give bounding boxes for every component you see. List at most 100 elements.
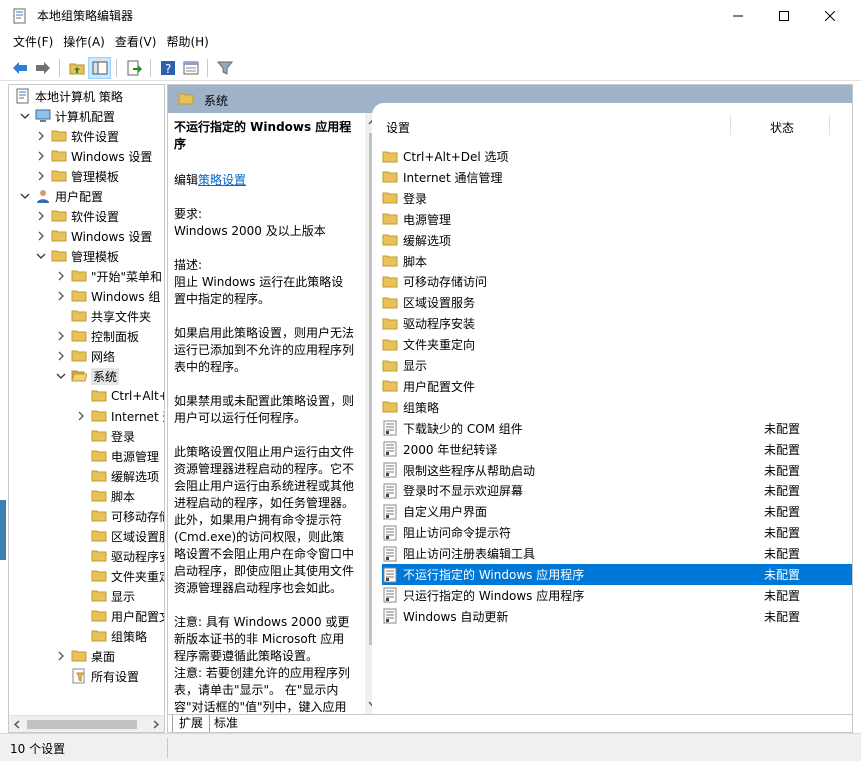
collapse-chevron-icon[interactable] — [55, 366, 67, 386]
tree-item[interactable]: 显示 — [75, 586, 135, 606]
setting-row[interactable]: 登录时不显示欢迎屏幕 未配置 — [382, 480, 852, 501]
tab-extended[interactable]: 扩展 — [172, 715, 211, 732]
svg-text:?: ? — [165, 62, 171, 76]
tree-item[interactable]: 缓解选项 — [75, 466, 159, 486]
menu-action[interactable]: 操作(A) — [58, 31, 110, 53]
tree-item[interactable]: 登录 — [75, 426, 135, 446]
forward-button[interactable] — [31, 57, 54, 79]
tree-item[interactable]: 本地计算机 策略 — [11, 86, 123, 106]
expand-chevron-icon[interactable] — [35, 126, 47, 146]
column-setting[interactable]: 设置 — [386, 119, 410, 136]
status-bar: 10 个设置 — [0, 733, 861, 761]
expand-chevron-icon[interactable] — [55, 266, 67, 286]
folder-row[interactable]: 文件夹重定向 — [382, 334, 852, 355]
export-list-button[interactable] — [122, 57, 145, 79]
minimize-button[interactable] — [715, 0, 761, 31]
tree-item[interactable]: 文件夹重定 — [75, 566, 164, 586]
expand-chevron-icon[interactable] — [75, 406, 87, 426]
setting-row[interactable]: 只运行指定的 Windows 应用程序 未配置 — [382, 585, 852, 606]
tree-item[interactable]: "开始"菜单和 — [55, 266, 162, 286]
setting-row[interactable]: 下载缺少的 COM 组件 未配置 — [382, 418, 852, 439]
tree-item[interactable]: Internet 通 — [75, 406, 164, 426]
back-button[interactable] — [8, 57, 31, 79]
scroll-right-icon[interactable] — [152, 720, 160, 729]
all-settings-icon — [71, 668, 87, 684]
tree-item[interactable]: Windows 设置 — [35, 146, 152, 166]
setting-row[interactable]: 阻止访问注册表编辑工具 未配置 — [382, 543, 852, 564]
tree-item[interactable]: 用户配置 — [19, 186, 103, 206]
setting-row[interactable]: 不运行指定的 Windows 应用程序 未配置 — [382, 564, 852, 585]
setting-row[interactable]: 限制这些程序从帮助启动 未配置 — [382, 460, 852, 481]
tree-item[interactable]: 桌面 — [55, 646, 115, 666]
collapse-chevron-icon[interactable] — [19, 106, 31, 126]
tree-horizontal-scrollbar[interactable] — [9, 715, 164, 732]
setting-row[interactable]: 自定义用户界面 未配置 — [382, 501, 852, 522]
tree-item[interactable]: 脚本 — [75, 486, 135, 506]
filter-button[interactable] — [213, 57, 236, 79]
folder-icon — [91, 528, 107, 544]
tree-item[interactable]: 电源管理 — [75, 446, 159, 466]
maximize-button[interactable] — [761, 0, 807, 31]
up-folder-button[interactable] — [65, 57, 88, 79]
folder-row[interactable]: 脚本 — [382, 251, 852, 272]
tree-item[interactable]: 可移动存储 — [75, 506, 164, 526]
expand-chevron-icon[interactable] — [55, 646, 67, 666]
tree-item[interactable]: 区域设置服 — [75, 526, 164, 546]
tree-item[interactable]: Windows 组 — [55, 286, 160, 306]
expand-chevron-icon[interactable] — [35, 226, 47, 246]
setting-row[interactable]: 阻止访问命令提示符 未配置 — [382, 522, 852, 543]
tree-item[interactable]: 驱动程序安 — [75, 546, 164, 566]
folder-row[interactable]: Internet 通信管理 — [382, 167, 852, 188]
expand-chevron-icon[interactable] — [55, 286, 67, 306]
tree-item[interactable]: 用户配置文 — [75, 606, 164, 626]
tree-scroll-thumb[interactable] — [27, 720, 137, 729]
tree-item[interactable]: 管理模板 — [35, 246, 119, 266]
expand-chevron-icon[interactable] — [55, 346, 67, 366]
menu-file[interactable]: 文件(F) — [8, 31, 58, 53]
folder-row[interactable]: 用户配置文件 — [382, 376, 852, 397]
show-hide-tree-button[interactable] — [88, 56, 111, 79]
tree-item[interactable]: Ctrl+Alt+ — [75, 386, 164, 406]
expand-chevron-icon[interactable] — [55, 326, 67, 346]
collapse-chevron-icon[interactable] — [35, 246, 47, 266]
expand-chevron-icon[interactable] — [35, 166, 47, 186]
tree-item[interactable]: Windows 设置 — [35, 226, 152, 246]
folder-row[interactable]: Ctrl+Alt+Del 选项 — [382, 146, 852, 167]
collapse-chevron-icon[interactable] — [19, 186, 31, 206]
tree-item[interactable]: 所有设置 — [55, 666, 139, 686]
help-button[interactable]: ? — [156, 57, 179, 79]
folder-row[interactable]: 缓解选项 — [382, 230, 852, 251]
menu-view[interactable]: 查看(V) — [110, 31, 162, 53]
tree-item[interactable]: 系统 — [55, 366, 120, 386]
navigation-tree[interactable]: 本地计算机 策略 计算机配置 软件设置 Windows 设置 管理模板 用户配置 软件设置 W… — [8, 84, 165, 733]
tree-item[interactable]: 软件设置 — [35, 206, 119, 226]
expand-chevron-icon[interactable] — [35, 206, 47, 226]
tree-item[interactable]: 计算机配置 — [19, 106, 115, 126]
folder-row[interactable]: 区域设置服务 — [382, 292, 852, 313]
folder-row[interactable]: 显示 — [382, 355, 852, 376]
folder-row[interactable]: 驱动程序安装 — [382, 313, 852, 334]
properties-button[interactable] — [179, 57, 202, 79]
tree-item[interactable]: 控制面板 — [55, 326, 139, 346]
folder-row[interactable]: 可移动存储访问 — [382, 271, 852, 292]
column-divider[interactable] — [829, 115, 830, 135]
tree-item[interactable]: 共享文件夹 — [55, 306, 151, 326]
tree-item[interactable]: 网络 — [55, 346, 115, 366]
folder-row[interactable]: 组策略 — [382, 397, 852, 418]
close-button[interactable] — [807, 0, 853, 31]
folder-row[interactable]: 登录 — [382, 188, 852, 209]
column-divider[interactable] — [730, 115, 731, 135]
tree-item[interactable]: 组策略 — [75, 626, 147, 646]
setting-row[interactable]: Windows 自动更新 未配置 — [382, 606, 852, 627]
tree-item-label: 可移动存储 — [111, 509, 164, 524]
folder-row[interactable]: 电源管理 — [382, 209, 852, 230]
edit-policy-link[interactable]: 策略设置 — [198, 173, 246, 187]
column-state[interactable]: 状态 — [770, 119, 794, 136]
menu-help[interactable]: 帮助(H) — [161, 31, 213, 53]
tree-item[interactable]: 管理模板 — [35, 166, 119, 186]
expand-chevron-icon[interactable] — [35, 146, 47, 166]
setting-row[interactable]: 2000 年世纪转译 未配置 — [382, 439, 852, 460]
tree-item[interactable]: 软件设置 — [35, 126, 119, 146]
scroll-left-icon[interactable] — [13, 720, 21, 729]
tab-standard[interactable]: 标准 — [208, 715, 244, 732]
